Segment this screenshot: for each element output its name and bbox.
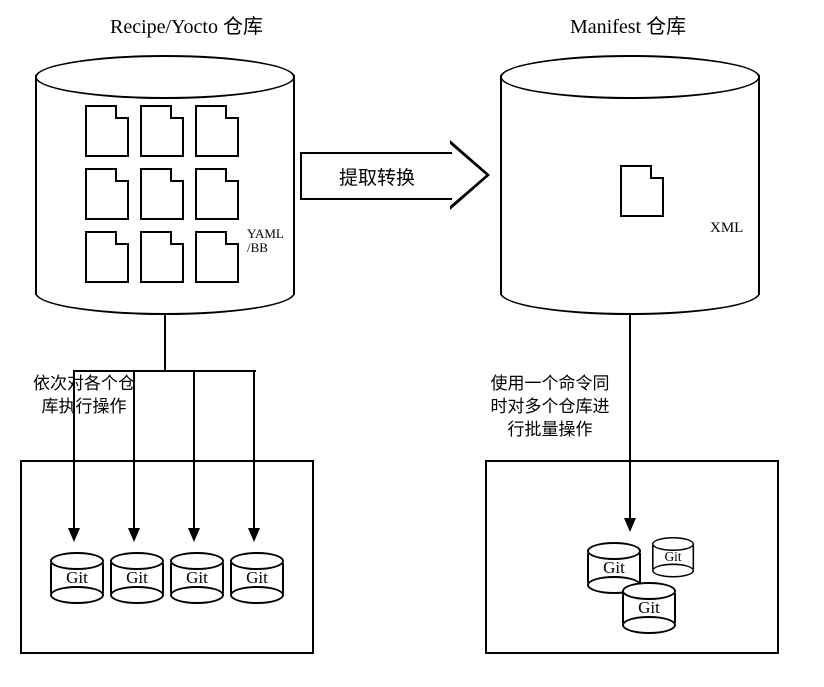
left-format-label: YAML/BB <box>247 227 284 256</box>
file-icon <box>85 168 129 220</box>
git-repo-icon: Git <box>622 582 672 634</box>
connector-line <box>74 370 256 372</box>
connector-line <box>164 315 166 370</box>
left-title: Recipe/Yocto 仓库 <box>110 10 263 39</box>
right-operation-text: 使用一个命令同时对多个仓库进行批量操作 <box>485 373 615 442</box>
file-icon <box>620 165 664 217</box>
git-repo-icon: Git <box>50 552 100 604</box>
git-repo-icon: Git <box>652 537 691 578</box>
file-icon <box>195 168 239 220</box>
file-icon <box>195 105 239 157</box>
right-title: Manifest 仓库 <box>570 10 686 39</box>
left-git-box: Git Git Git Git <box>20 460 314 654</box>
recipe-repo-cylinder: YAML/BB <box>35 55 295 315</box>
file-icon <box>85 105 129 157</box>
transform-arrow: 提取转换 <box>300 140 490 210</box>
left-operation-text: 依次对各个仓库执行操作 <box>30 373 138 419</box>
file-icon <box>140 231 184 283</box>
file-icon <box>85 231 129 283</box>
file-icon <box>195 231 239 283</box>
git-repo-icon: Git <box>110 552 160 604</box>
manifest-repo-cylinder: XML <box>500 55 760 315</box>
git-repo-icon: Git <box>170 552 220 604</box>
right-format-label: XML <box>710 220 743 237</box>
git-repo-icon: Git <box>230 552 280 604</box>
connector-line <box>629 315 631 370</box>
file-icon <box>140 105 184 157</box>
right-git-box: Git Git Git <box>485 460 779 654</box>
arrow-label: 提取转换 <box>300 152 452 200</box>
file-grid <box>85 105 240 286</box>
file-icon <box>140 168 184 220</box>
